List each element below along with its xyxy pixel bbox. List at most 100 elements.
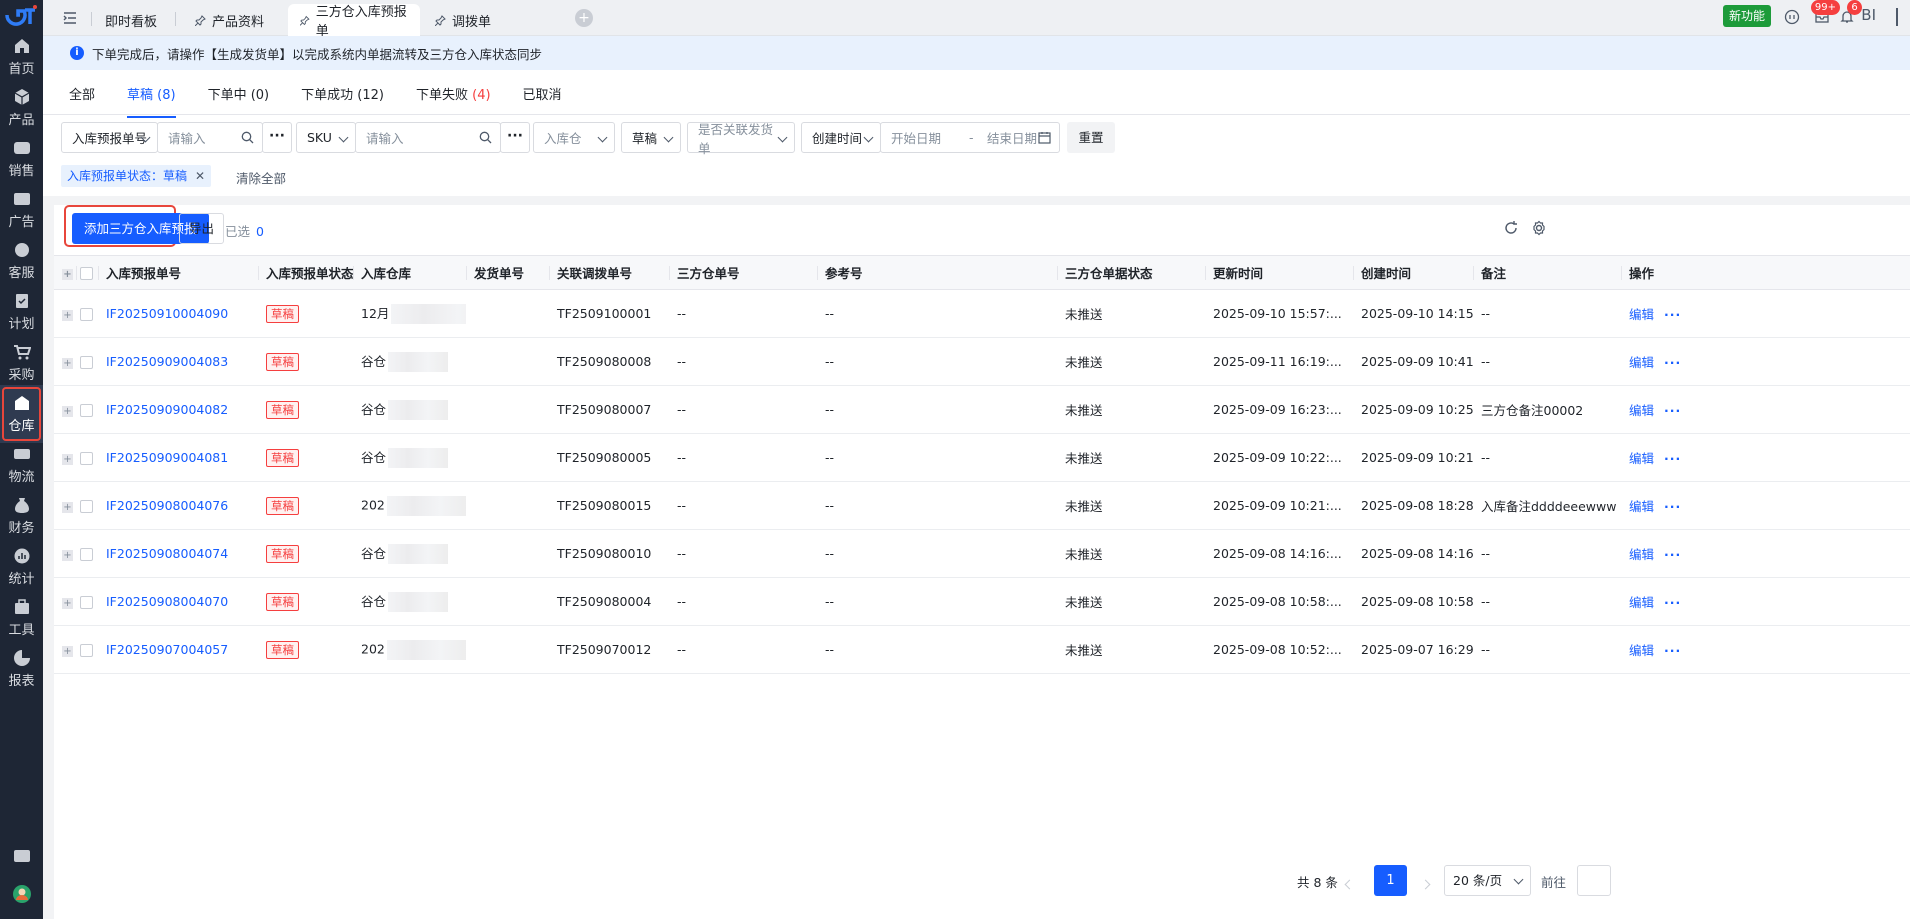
row-checkbox[interactable] — [80, 548, 93, 561]
search-icon[interactable] — [479, 131, 492, 144]
tab-inbound-forecast[interactable]: 三方仓入库预报单 — [288, 4, 420, 39]
search-icon[interactable] — [241, 131, 254, 144]
sidebar-item-10[interactable]: 统计 — [0, 538, 43, 596]
add-tab-button[interactable]: + — [575, 9, 593, 27]
row-checkbox[interactable] — [80, 308, 93, 321]
expand-row-icon[interactable]: + — [62, 406, 73, 417]
pin-icon[interactable] — [300, 15, 310, 26]
expand-row-icon[interactable]: + — [62, 358, 73, 369]
row-checkbox[interactable] — [80, 596, 93, 609]
row-checkbox[interactable] — [80, 500, 93, 513]
next-page-icon[interactable] — [1420, 879, 1431, 890]
app-logo-icon[interactable] — [5, 4, 38, 26]
edit-button[interactable]: 编辑 — [1629, 547, 1654, 562]
col-order-no[interactable]: 入库预报单号 — [98, 255, 258, 290]
more-actions-icon[interactable]: ··· — [1664, 499, 1681, 514]
order-no-link[interactable]: IF20250908004076 — [106, 498, 228, 513]
prev-page-icon[interactable] — [1344, 879, 1355, 890]
more-actions-icon[interactable]: ··· — [1664, 307, 1681, 322]
start-date-input[interactable]: 开始日期 — [891, 128, 969, 147]
menu-toggle-icon[interactable] — [63, 11, 77, 25]
edit-button[interactable]: 编辑 — [1629, 307, 1654, 322]
pin-icon[interactable] — [195, 14, 206, 26]
edit-button[interactable]: 编辑 — [1629, 355, 1654, 370]
more-actions-icon[interactable]: ··· — [1664, 451, 1681, 466]
expand-row-icon[interactable]: + — [62, 646, 73, 657]
user-avatar[interactable] — [12, 884, 32, 904]
select-all-checkbox[interactable] — [80, 267, 93, 280]
more-actions-icon[interactable]: ··· — [1664, 355, 1681, 370]
expand-row-icon[interactable]: + — [62, 454, 73, 465]
sidebar-item-3[interactable]: 广告 — [0, 181, 43, 239]
tab-all[interactable]: 全部 — [69, 84, 95, 112]
clear-all-link[interactable]: 清除全部 — [236, 168, 286, 187]
order-no-link[interactable]: IF20250908004074 — [106, 546, 228, 561]
expand-row-icon[interactable]: + — [62, 310, 73, 321]
tab-transfer-order[interactable]: 调拨单 — [423, 4, 503, 36]
row-checkbox[interactable] — [80, 356, 93, 369]
sidebar-item-2[interactable]: 销售 — [0, 130, 43, 188]
expand-row-icon[interactable]: + — [62, 598, 73, 609]
col-created[interactable]: 创建时间 — [1353, 255, 1473, 290]
status-select[interactable]: 草稿 — [621, 122, 681, 153]
page-size-select[interactable]: 20 条/页 — [1444, 865, 1531, 896]
sku-field-select[interactable]: SKU — [296, 122, 356, 153]
tab-success[interactable]: 下单成功 (12) — [301, 84, 384, 112]
edit-button[interactable]: 编辑 — [1629, 595, 1654, 610]
order-no-link[interactable]: IF20250910004090 — [106, 306, 228, 321]
sidebar-item-11[interactable]: 工具 — [0, 589, 43, 647]
help-icon[interactable] — [1783, 8, 1801, 26]
tab-failed[interactable]: 下单失败 (4) — [416, 84, 491, 112]
more-actions-icon[interactable]: ··· — [1664, 643, 1681, 658]
bi-button[interactable]: BI — [1861, 6, 1876, 24]
new-feature-button[interactable]: 新功能 — [1722, 5, 1771, 27]
sidebar-item-6[interactable]: 采购 — [0, 334, 43, 392]
col-tp-order-no[interactable]: 三方仓单号 — [669, 255, 817, 290]
goto-page-input[interactable] — [1577, 865, 1611, 896]
order-no-more-button[interactable]: ··· — [262, 122, 292, 153]
expand-row-icon[interactable]: + — [62, 550, 73, 561]
sidebar-item-5[interactable]: 计划 — [0, 283, 43, 341]
time-type-select[interactable]: 创建时间 — [801, 122, 881, 153]
col-warehouse[interactable]: 入库仓库 — [353, 255, 466, 290]
order-no-link[interactable]: IF20250908004070 — [106, 594, 228, 609]
col-remark[interactable]: 备注 — [1473, 255, 1621, 290]
col-shipment-no[interactable]: 发货单号 — [466, 255, 549, 290]
sku-more-button[interactable]: ··· — [500, 122, 530, 153]
row-checkbox[interactable] — [80, 404, 93, 417]
sku-input[interactable]: 请输入 — [355, 122, 501, 153]
row-checkbox[interactable] — [80, 644, 93, 657]
calendar-icon[interactable] — [1038, 131, 1051, 144]
more-actions-icon[interactable]: ··· — [1664, 595, 1681, 610]
col-updated[interactable]: 更新时间 — [1205, 255, 1353, 290]
col-tp-status[interactable]: 三方仓单据状态 — [1057, 255, 1205, 290]
row-checkbox[interactable] — [80, 452, 93, 465]
col-transfer-no[interactable]: 关联调拨单号 — [549, 255, 669, 290]
edit-button[interactable]: 编辑 — [1629, 643, 1654, 658]
sidebar-item-12[interactable]: 报表 — [0, 640, 43, 698]
edit-button[interactable]: 编辑 — [1629, 451, 1654, 466]
warehouse-select[interactable]: 入库仓 — [533, 122, 615, 153]
reset-button[interactable]: 重置 — [1067, 122, 1115, 153]
col-status[interactable]: 入库预报单状态 — [258, 255, 354, 290]
refresh-icon[interactable] — [1503, 220, 1519, 236]
edit-button[interactable]: 编辑 — [1629, 499, 1654, 514]
tab-draft[interactable]: 草稿 (8) — [127, 84, 176, 118]
tab-cancelled[interactable]: 已取消 — [523, 84, 562, 112]
sidebar-item-8[interactable]: 物流 — [0, 436, 43, 494]
order-no-link[interactable]: IF20250909004083 — [106, 354, 228, 369]
date-range-picker[interactable]: 开始日期 - 结束日期 — [880, 122, 1060, 153]
more-actions-icon[interactable]: ··· — [1664, 547, 1681, 562]
expand-all-icon[interactable]: + — [62, 269, 73, 280]
sidebar-item-4[interactable]: 客服 — [0, 232, 43, 290]
order-no-link[interactable]: IF20250909004081 — [106, 450, 228, 465]
linked-shipment-select[interactable]: 是否关联发货单 — [687, 122, 795, 156]
tab-ordering[interactable]: 下单中 (0) — [208, 84, 270, 112]
pin-icon[interactable] — [435, 14, 446, 26]
export-button[interactable]: 导出 — [179, 213, 224, 244]
close-icon[interactable]: ✕ — [195, 169, 205, 183]
page-1-button[interactable]: 1 — [1374, 865, 1407, 896]
edit-button[interactable]: 编辑 — [1629, 403, 1654, 418]
order-no-link[interactable]: IF20250907004057 — [106, 642, 228, 657]
sidebar-item-1[interactable]: 产品 — [0, 79, 43, 137]
